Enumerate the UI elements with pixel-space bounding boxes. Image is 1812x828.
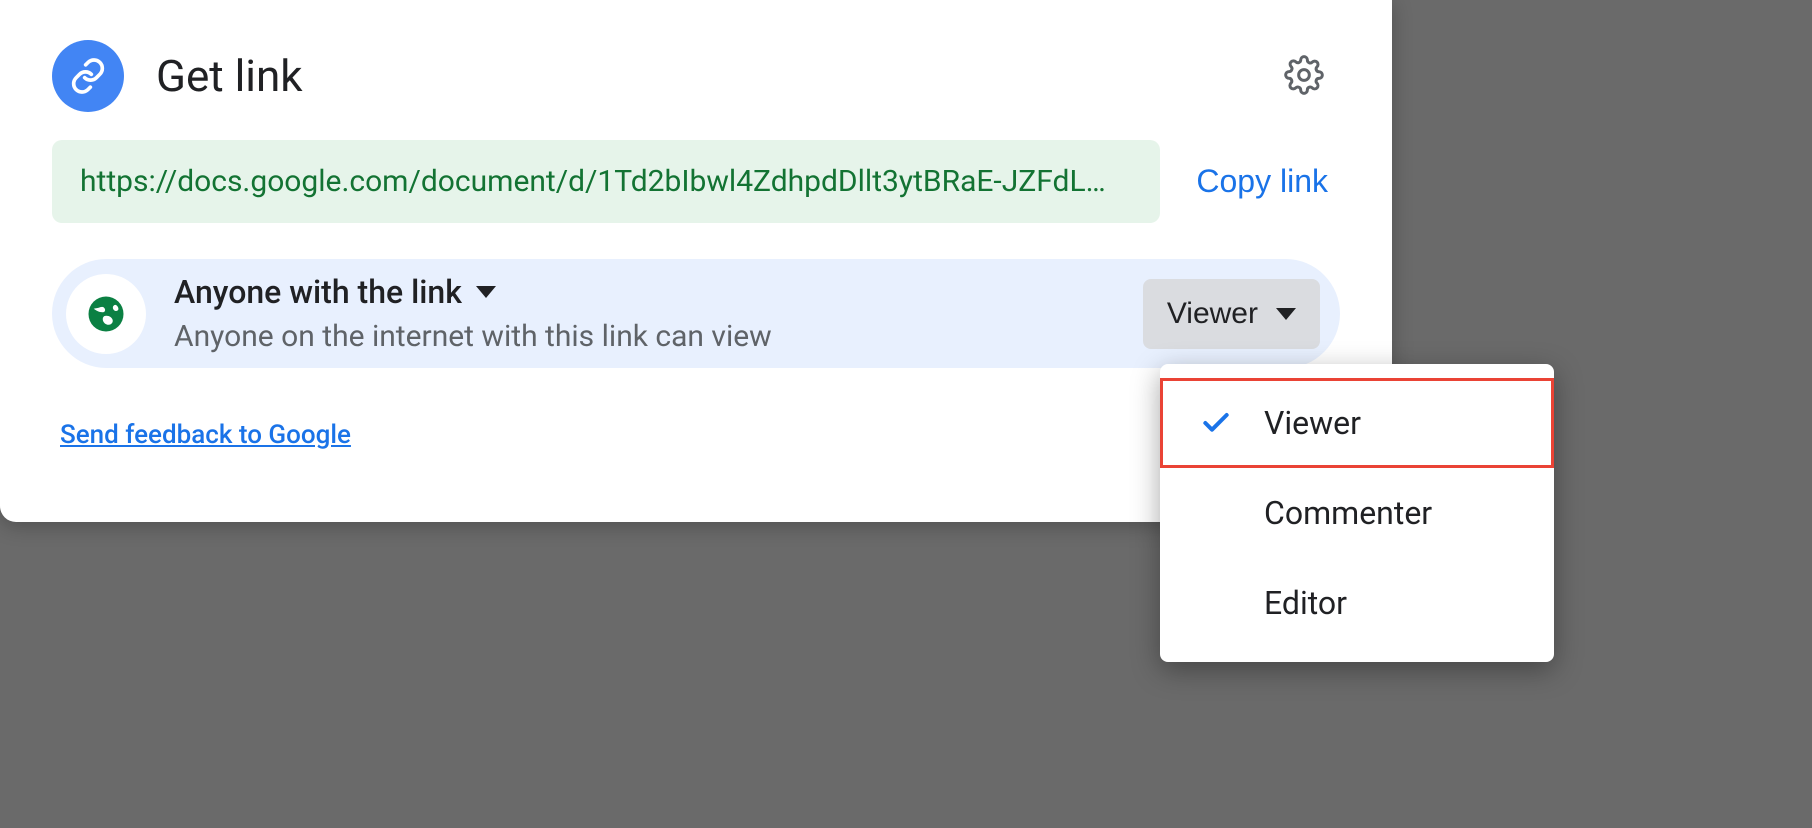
- dialog-header: Get link: [0, 0, 1392, 140]
- settings-button[interactable]: [1276, 48, 1332, 104]
- copy-link-button[interactable]: Copy link: [1184, 155, 1340, 208]
- role-option-label: Editor: [1264, 584, 1347, 622]
- access-text-block: Anyone with the link Anyone on the inter…: [174, 273, 1115, 354]
- role-option-label: Viewer: [1264, 404, 1361, 442]
- access-scope-label: Anyone with the link: [174, 273, 462, 311]
- role-dropdown-button[interactable]: Viewer: [1143, 279, 1320, 349]
- gear-icon: [1284, 55, 1324, 98]
- globe-icon: [66, 274, 146, 354]
- role-option-editor[interactable]: Editor: [1160, 558, 1554, 648]
- share-link-field[interactable]: https://docs.google.com/document/d/1Td2b…: [52, 140, 1160, 223]
- role-option-viewer[interactable]: Viewer: [1160, 378, 1554, 468]
- link-row: https://docs.google.com/document/d/1Td2b…: [52, 140, 1340, 223]
- access-row: Anyone with the link Anyone on the inter…: [52, 259, 1340, 368]
- role-option-label: Commenter: [1264, 494, 1432, 532]
- link-icon: [52, 40, 124, 112]
- role-dropdown-menu: Viewer Commenter Editor: [1160, 364, 1554, 662]
- check-icon: [1192, 405, 1240, 441]
- check-icon-placeholder: [1192, 495, 1240, 531]
- access-scope-description: Anyone on the internet with this link ca…: [174, 319, 1115, 354]
- chevron-down-icon: [476, 286, 496, 298]
- send-feedback-link[interactable]: Send feedback to Google: [60, 420, 351, 450]
- role-option-commenter[interactable]: Commenter: [1160, 468, 1554, 558]
- chevron-down-icon: [1276, 308, 1296, 320]
- dialog-title: Get link: [156, 50, 1276, 102]
- role-button-label: Viewer: [1167, 297, 1258, 331]
- check-icon-placeholder: [1192, 585, 1240, 621]
- access-scope-dropdown[interactable]: Anyone with the link: [174, 273, 1115, 311]
